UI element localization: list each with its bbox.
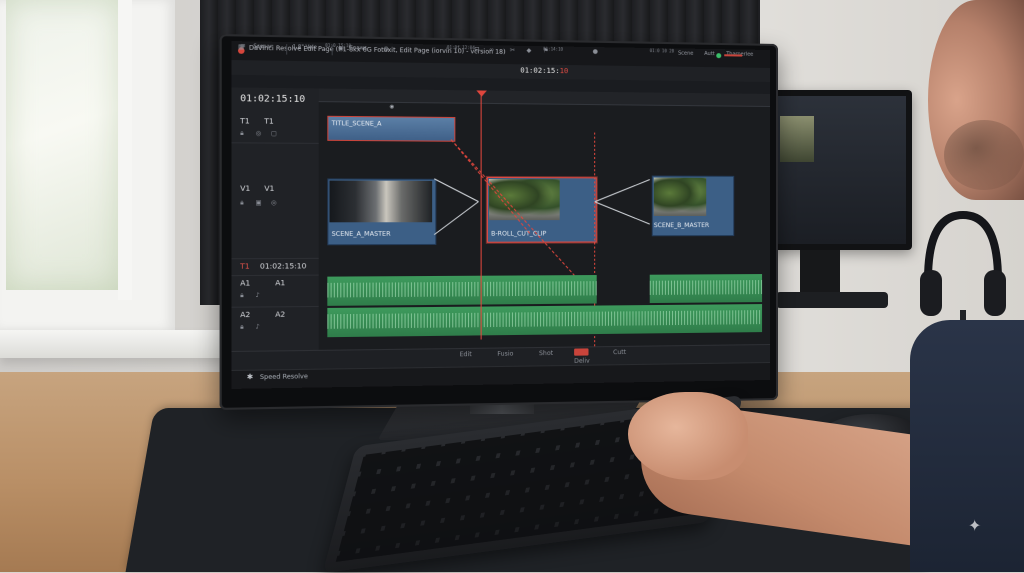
lock-icon[interactable]: 🔒︎ [240,130,244,138]
track-name-t1[interactable]: T1 [264,117,274,125]
toolbar-item-scene[interactable]: Scenar [253,44,272,51]
track-label-a1: A1 [240,279,250,287]
toolbar-item-goaws[interactable]: Goaws [349,45,367,52]
secondary-monitor-base [776,292,888,308]
ruler-tick-label: 01:0 10 20 [650,48,674,53]
window-glass [6,0,118,290]
speaker-icon[interactable]: ♪ [256,323,260,330]
page-tab-shot[interactable]: Shot [539,350,553,357]
video-editor-window: DaVinci Resolve Edit Page (f 1-8kx 6G Fo… [231,41,770,389]
audio-waveform [327,281,596,297]
ruler-tick-label: 01:0f 12:04 [447,45,475,51]
zoom-icon[interactable]: ● [593,48,598,55]
page-tab-fusion[interactable]: Fusio [497,350,513,357]
settings-icon[interactable]: ⚙ [383,46,389,53]
ruler-tick-label: 01:14:10 [543,46,563,51]
track-name-v1[interactable]: V1 [264,185,274,193]
sparkle-icon: ✦ [968,516,981,535]
track-label-v1: V1 [240,184,250,192]
status-green-icon [716,53,721,58]
secondary-monitor-stand [800,250,840,296]
link-icon[interactable]: ∞ [489,46,494,53]
page-tab-active-indicator [574,348,588,355]
camera-icon[interactable]: ▣ [256,199,262,206]
lock-icon[interactable]: 🔒︎ [240,292,244,300]
audio-waveform [650,280,762,295]
record-timecode: 01:02:15:10 [520,66,568,75]
playhead[interactable] [481,93,482,340]
track-label-t1: T1 [240,117,250,126]
toolbar-separator [286,44,287,55]
lock-icon[interactable]: 🔒︎ [240,323,244,331]
speaker-icon[interactable]: ♪ [256,292,260,299]
person-hand [628,392,748,480]
toolbar-item-volume[interactable]: 1.8" Vole [293,44,317,51]
toolbar-item-scene-right[interactable]: Scene [678,50,693,56]
headphones-icon [918,200,1008,340]
eye-toggle-icon[interactable]: ◎ [271,199,277,206]
audio-record-badge: T1 [240,262,250,270]
person-sleeve [910,320,1024,572]
audio-timecode: 01:02:15:10 [260,262,307,271]
window-sill [0,330,225,358]
blade-icon[interactable]: ✂ [510,47,515,54]
page-tab-edit[interactable]: Edit [460,351,472,358]
toolbar-item-autt[interactable]: Autt [704,51,715,57]
ruler-tick-label: 01:0 15:10 [325,43,351,49]
resolve-logo-icon: ✱ [247,373,253,382]
status-text: Speed Resolve [260,373,308,381]
eye-toggle-icon[interactable]: ◎ [256,130,262,137]
person-beard [944,120,1024,190]
track-name-a1[interactable]: A1 [275,279,285,287]
marker-icon[interactable]: ◆ [527,47,532,54]
window-mullion [118,0,132,300]
timeline-timecode: 01:02:15:10 [240,94,305,105]
menu-icon[interactable]: ≡ [240,42,246,49]
lock-icon[interactable]: 🔒︎ [240,199,244,207]
secondary-monitor-thumbnail [780,116,814,162]
page-tab-cut[interactable]: Cutt [613,349,626,356]
level-meter [724,54,742,56]
solo-icon[interactable]: ▢ [271,130,277,137]
track-name-a2[interactable]: A2 [275,310,285,318]
track-label-a2: A2 [240,311,250,320]
